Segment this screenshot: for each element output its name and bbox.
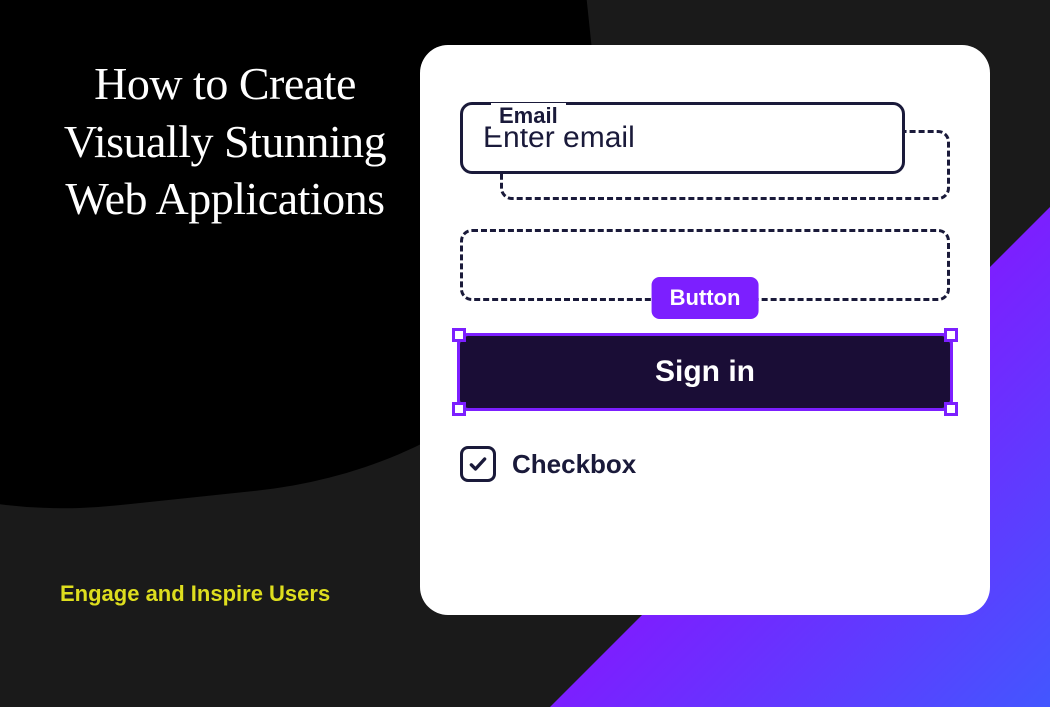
left-text-block: How to Create Visually Stunning Web Appl… [50,55,400,228]
email-field-group: Email Enter email [460,102,950,174]
email-label: Email [491,103,566,129]
checkmark-icon [468,454,488,474]
signin-button-container: Sign in [460,336,950,408]
selection-handle-icon[interactable] [452,328,466,342]
form-card: Email Enter email Button Sign in Checkbo… [420,45,990,615]
signin-button-label: Sign in [655,355,755,389]
main-heading: How to Create Visually Stunning Web Appl… [50,55,400,228]
dashed-placeholder-box-2: Button [460,229,950,301]
selection-handle-icon[interactable] [944,328,958,342]
button-tag-label: Button [652,277,759,319]
checkbox-input[interactable] [460,446,496,482]
checkbox-label: Checkbox [512,449,636,480]
tagline-text: Engage and Inspire Users [60,581,330,607]
selection-handle-icon[interactable] [452,402,466,416]
checkbox-row: Checkbox [460,446,950,482]
selection-handle-icon[interactable] [944,402,958,416]
signin-button[interactable]: Sign in [460,336,950,408]
email-input[interactable]: Email Enter email [460,102,905,174]
